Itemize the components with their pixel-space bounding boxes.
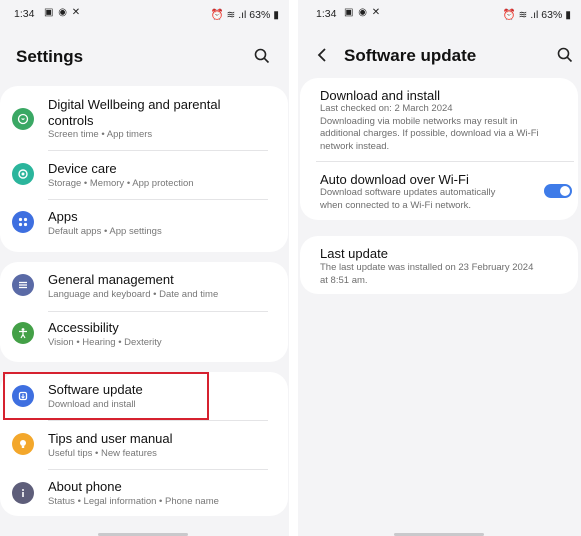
auto-download-toggle[interactable] xyxy=(544,184,572,198)
last-update-desc-2: at 8:51 am. xyxy=(320,274,368,286)
lightbulb-icon xyxy=(12,433,34,455)
mobile-data-warning-2: additional charges. If possible, downloa… xyxy=(320,128,539,139)
download-and-install-row[interactable]: Download and install Last checked on: 2 … xyxy=(300,78,578,160)
auto-download-desc-2: when connected to a Wi-Fi network. xyxy=(320,199,472,211)
item-subtitle: Language and keyboard • Date and time xyxy=(48,289,219,300)
last-update-label: Last update xyxy=(320,246,388,261)
notification-icons: ▣ ◉ ✕ xyxy=(344,7,382,18)
settings-item-tips[interactable]: Tips and user manual Useful tips • New f… xyxy=(0,421,288,469)
download-install-label: Download and install xyxy=(320,88,440,103)
item-label: Accessibility xyxy=(48,320,119,335)
search-icon[interactable] xyxy=(557,47,573,63)
item-subtitle: Default apps • App settings xyxy=(48,226,162,237)
page-title: Settings xyxy=(16,47,84,66)
toggle-knob xyxy=(560,186,570,196)
back-arrow-icon[interactable] xyxy=(316,48,328,62)
item-subtitle: Status • Legal information • Phone name xyxy=(48,496,219,507)
settings-item-about-phone[interactable]: About phone Status • Legal information •… xyxy=(0,470,288,516)
accessibility-icon xyxy=(12,322,34,344)
highlight-box xyxy=(3,372,209,420)
notification-icons: ▣ ◉ ✕ xyxy=(44,7,82,18)
auto-download-label: Auto download over Wi-Fi xyxy=(320,172,469,187)
settings-item-accessibility[interactable]: Accessibility Vision • Hearing • Dexteri… xyxy=(0,312,288,360)
apps-grid-icon xyxy=(12,211,34,233)
status-time: 1:34 xyxy=(316,8,337,20)
settings-item-apps[interactable]: Apps Default apps • App settings xyxy=(0,200,288,250)
settings-item-digital-wellbeing[interactable]: Digital Wellbeing and parental controls … xyxy=(0,86,288,150)
heart-icon xyxy=(12,108,34,130)
mobile-data-warning-1: Downloading via mobile networks may resu… xyxy=(320,115,518,127)
device-care-icon xyxy=(12,163,34,185)
status-time: 1:34 xyxy=(14,8,35,20)
item-label: General management xyxy=(48,272,174,287)
settings-card-2: General management Language and keyboard… xyxy=(0,262,288,362)
update-options-card: Download and install Last checked on: 2 … xyxy=(300,78,578,220)
item-label: Apps xyxy=(48,209,78,224)
sliders-icon xyxy=(12,274,34,296)
auto-download-row[interactable]: Auto download over Wi-Fi Download softwa… xyxy=(300,162,578,218)
settings-item-device-care[interactable]: Device care Storage • Memory • App prote… xyxy=(0,151,288,199)
item-label: Device care xyxy=(48,161,117,176)
mobile-data-warning-3: network instead. xyxy=(320,140,390,152)
status-right: ⏰ ≋ .ıl 63% ▮ xyxy=(210,8,279,21)
wifi-signal-icon: ⏰ ≋ .ıl xyxy=(502,9,542,21)
settings-card-1: Digital Wellbeing and parental controls … xyxy=(0,86,288,252)
settings-item-general-management[interactable]: General management Language and keyboard… xyxy=(0,262,288,310)
software-update-screen: 1:34 ▣ ◉ ✕ ⏰ ≋ .ıl 63% ▮ Software update… xyxy=(298,0,581,536)
item-label: Tips and user manual xyxy=(48,431,173,446)
settings-screen: 1:34 ▣ ◉ ✕ ⏰ ≋ .ıl 63% ▮ Settings Digita… xyxy=(0,0,289,536)
item-label: Digital Wellbeing and parental controls xyxy=(48,97,221,128)
status-bar: 1:34 ▣ ◉ ✕ ⏰ ≋ .ıl 63% ▮ xyxy=(0,6,289,24)
last-update-desc-1: The last update was installed on 23 Febr… xyxy=(320,262,534,273)
auto-download-desc-1: Download software updates automatically xyxy=(320,187,496,198)
battery-level: 63% xyxy=(249,9,271,21)
status-right: ⏰ ≋ .ıl 63% ▮ xyxy=(502,8,571,21)
item-subtitle: Useful tips • New features xyxy=(48,448,157,459)
item-subtitle: Storage • Memory • App protection xyxy=(48,178,194,189)
last-update-card[interactable]: Last update The last update was installe… xyxy=(300,236,578,294)
battery-level: 63% xyxy=(541,9,563,21)
last-checked-text: Last checked on: 2 March 2024 xyxy=(320,103,453,114)
battery-icon: ▮ xyxy=(270,9,279,21)
page-title: Software update xyxy=(344,46,477,65)
status-bar: 1:34 ▣ ◉ ✕ ⏰ ≋ .ıl 63% ▮ xyxy=(298,6,581,24)
info-icon xyxy=(12,482,34,504)
battery-icon: ▮ xyxy=(562,9,571,21)
search-icon[interactable] xyxy=(254,48,270,64)
item-label: About phone xyxy=(48,479,122,494)
item-subtitle: Screen time • App timers xyxy=(48,129,153,140)
wifi-signal-icon: ⏰ ≋ .ıl xyxy=(210,9,250,21)
item-subtitle: Vision • Hearing • Dexterity xyxy=(48,337,162,348)
